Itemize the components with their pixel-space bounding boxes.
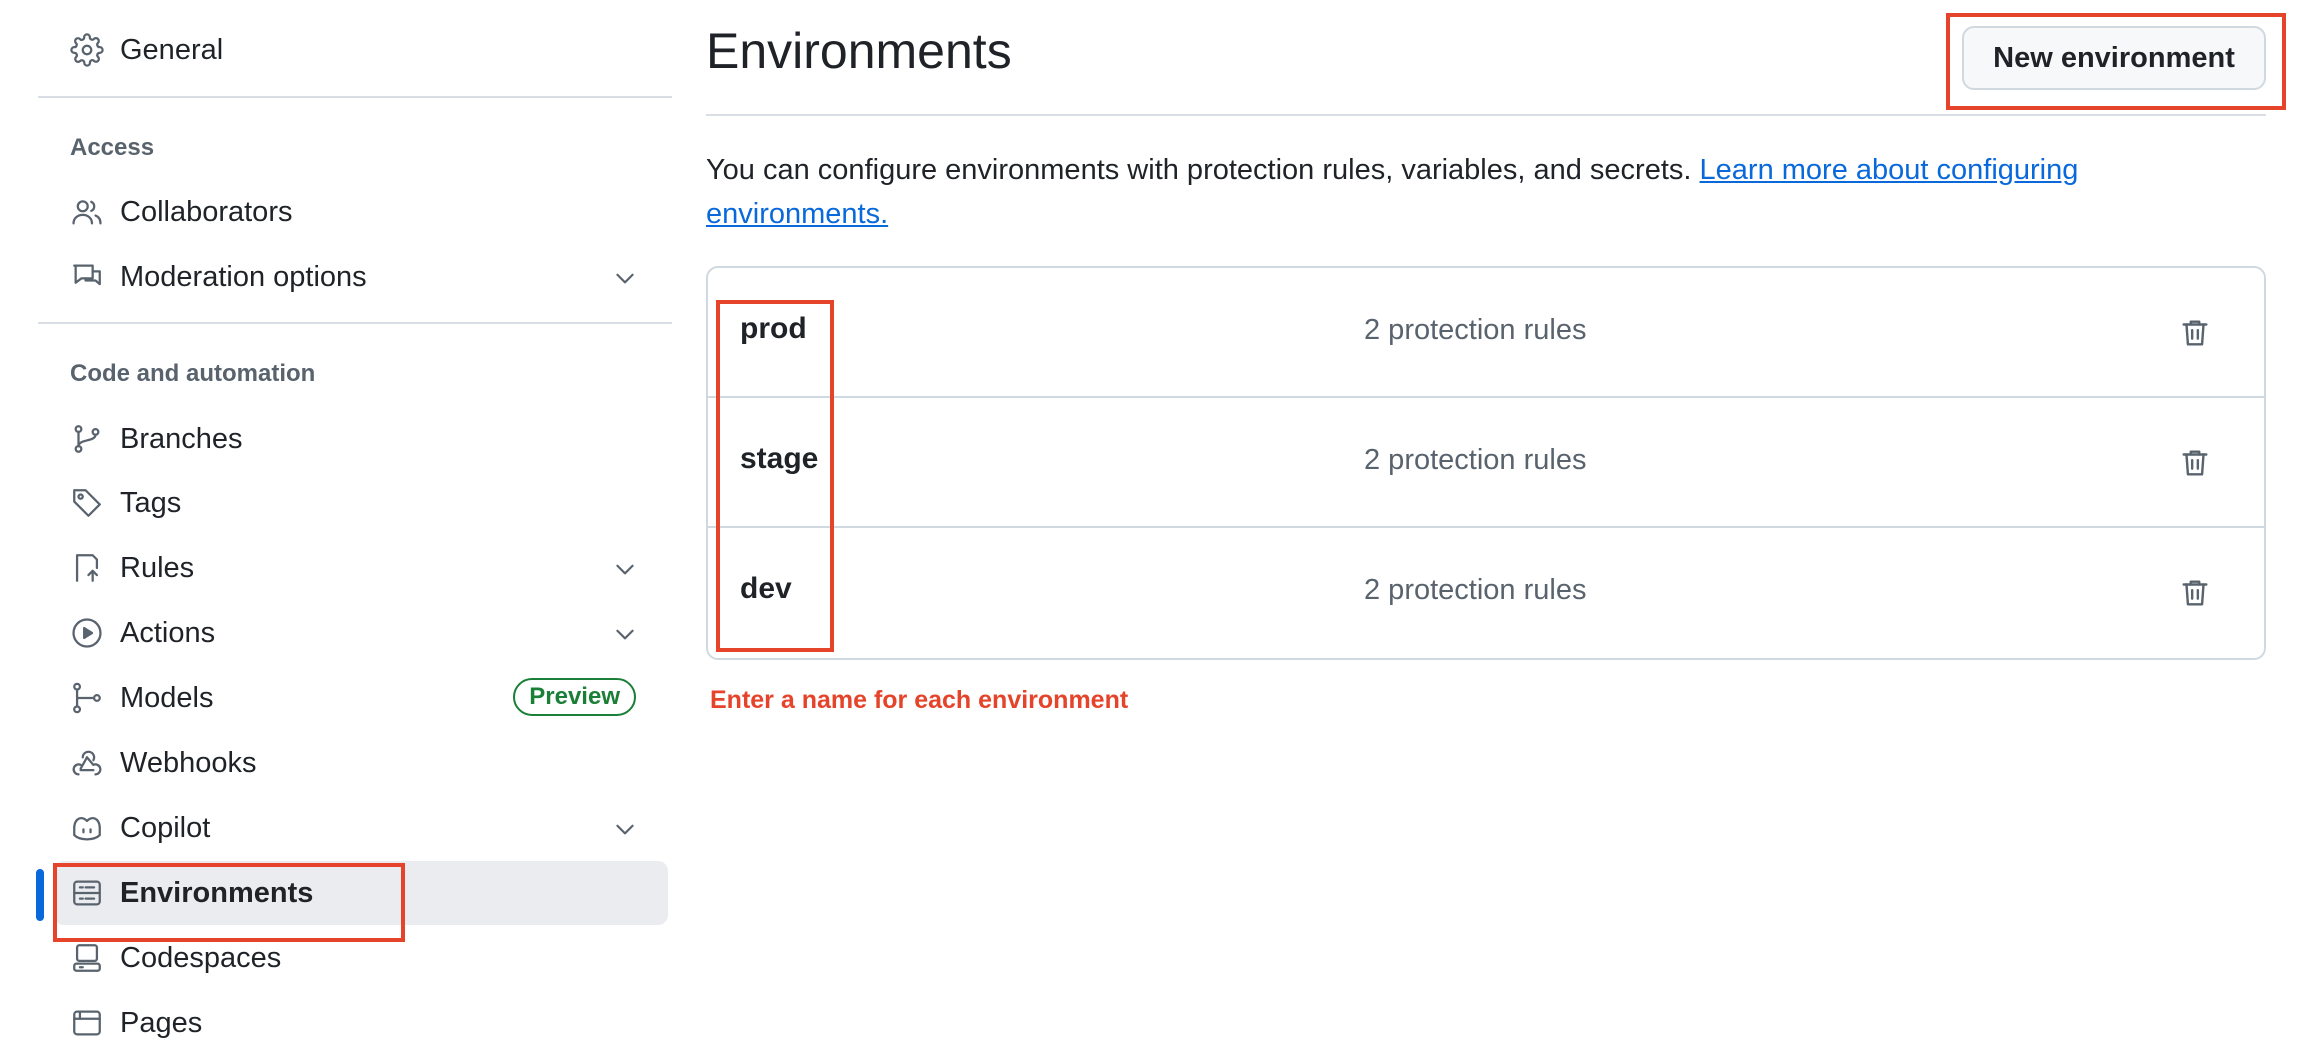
- sidebar-item-label: Pages: [120, 1006, 203, 1039]
- report-icon: [70, 260, 104, 294]
- delete-environment-button[interactable]: [2172, 440, 2218, 486]
- sidebar-item-label: Codespaces: [120, 941, 282, 974]
- page-description: You can configure environments with prot…: [706, 148, 2226, 236]
- environments-list: prod 2 protection rules stage 2 protecti…: [706, 266, 2266, 660]
- annotation-box-new-environment: [1946, 13, 2286, 110]
- sidebar-item-tags[interactable]: Tags: [38, 471, 652, 535]
- section-heading-access: Access: [70, 134, 155, 161]
- sidebar-item-label: Copilot: [120, 811, 211, 844]
- browser-icon: [70, 1006, 104, 1040]
- delete-environment-button[interactable]: [2172, 310, 2218, 356]
- chevron-down-icon[interactable]: [612, 265, 638, 291]
- protection-rules-count: 2 protection rules: [1364, 444, 1587, 476]
- sidebar-item-collaborators[interactable]: Collaborators: [38, 180, 652, 244]
- sidebar-item-general[interactable]: General: [38, 18, 652, 82]
- chevron-down-icon[interactable]: [612, 556, 638, 582]
- page-title: Environments: [706, 23, 1012, 79]
- protection-rules-count: 2 protection rules: [1364, 574, 1587, 606]
- sidebar-item-label: Actions: [120, 616, 216, 649]
- models-icon: [70, 681, 104, 715]
- sidebar-item-label: Models: [120, 681, 214, 714]
- chevron-down-icon[interactable]: [612, 621, 638, 647]
- annotation-box-environments-nav: [53, 863, 405, 942]
- active-indicator: [36, 869, 44, 921]
- sidebar-item-label: General: [120, 33, 224, 66]
- environments-main: Environments New environment You can con…: [706, 0, 2266, 1050]
- title-divider: [706, 114, 2266, 116]
- sidebar-divider: [38, 96, 672, 98]
- trash-icon: [2182, 320, 2208, 346]
- description-text: You can configure environments with prot…: [706, 154, 1700, 186]
- protection-rules-count: 2 protection rules: [1364, 314, 1587, 346]
- preview-badge: Preview: [513, 678, 636, 716]
- sidebar-divider: [38, 322, 672, 324]
- sidebar-item-models[interactable]: Models Preview: [38, 666, 652, 730]
- play-icon: [70, 616, 104, 650]
- sidebar-item-label: Branches: [120, 422, 243, 455]
- sidebar-item-copilot[interactable]: Copilot: [38, 796, 652, 860]
- chevron-down-icon[interactable]: [612, 816, 638, 842]
- annotation-note: Enter a name for each environment: [710, 686, 1129, 714]
- delete-environment-button[interactable]: [2172, 570, 2218, 616]
- rules-icon: [70, 551, 104, 585]
- trash-icon: [2182, 580, 2208, 606]
- table-row: prod 2 protection rules: [708, 268, 2264, 398]
- gear-icon: [70, 33, 104, 67]
- table-row: stage 2 protection rules: [708, 398, 2264, 528]
- sidebar-item-label: Rules: [120, 551, 195, 584]
- table-row: dev 2 protection rules: [708, 528, 2264, 658]
- sidebar-item-label: Tags: [120, 486, 182, 519]
- sidebar-item-label: Webhooks: [120, 746, 257, 779]
- sidebar-item-label: Collaborators: [120, 195, 293, 228]
- webhook-icon: [70, 746, 104, 780]
- sidebar-item-branches[interactable]: Branches: [38, 407, 652, 471]
- sidebar-item-pages[interactable]: Pages: [38, 991, 652, 1055]
- sidebar-item-rules[interactable]: Rules: [38, 536, 652, 600]
- sidebar-item-actions[interactable]: Actions: [38, 601, 652, 665]
- annotation-box-environment-names: [716, 300, 834, 652]
- sidebar-item-label: Moderation options: [120, 260, 367, 293]
- tag-icon: [70, 486, 104, 520]
- codespaces-icon: [70, 941, 104, 975]
- section-heading-code-and-automation: Code and automation: [70, 360, 316, 387]
- copilot-icon: [70, 811, 104, 845]
- trash-icon: [2182, 450, 2208, 476]
- sidebar-item-moderation-options[interactable]: Moderation options: [38, 245, 652, 309]
- sidebar-item-webhooks[interactable]: Webhooks: [38, 731, 652, 795]
- git-branch-icon: [70, 422, 104, 456]
- people-icon: [70, 195, 104, 229]
